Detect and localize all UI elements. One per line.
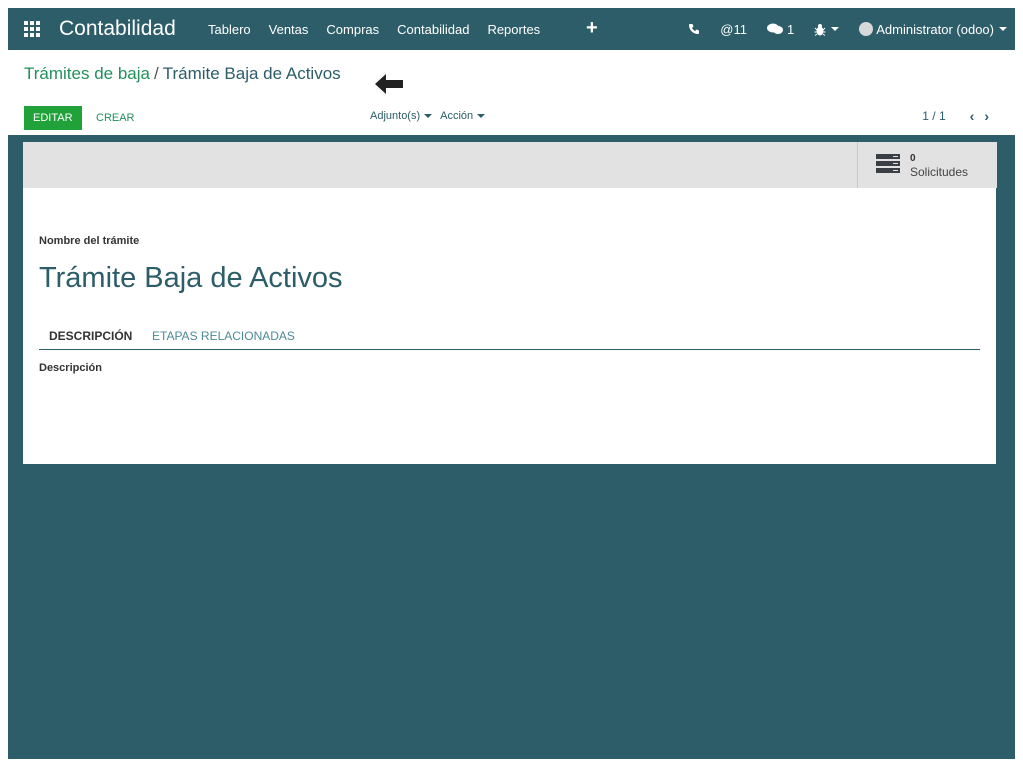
chevron-down-icon (424, 114, 433, 118)
requests-count: 0 (910, 153, 916, 164)
back-arrow-icon[interactable] (373, 72, 405, 96)
requests-smart-button[interactable]: 0 Solicitudes (857, 142, 997, 188)
chevron-down-icon (831, 27, 840, 31)
breadcrumb-separator: / (153, 64, 159, 83)
description-label: Descripción (39, 362, 102, 374)
action-dropdown[interactable]: Acción (440, 110, 486, 122)
create-button[interactable]: CREAR (96, 106, 135, 130)
attachments-dropdown[interactable]: Adjunto(s) (370, 110, 433, 122)
menu-item-tablero[interactable]: Tablero (208, 22, 251, 37)
form-sheet: 0 Solicitudes Nombre del trámite Trámite… (23, 142, 997, 464)
chevron-left-icon[interactable]: ‹ (970, 108, 975, 124)
menu-item-reportes[interactable]: Reportes (487, 22, 540, 37)
edit-button[interactable]: EDITAR (24, 106, 82, 130)
chevron-right-icon[interactable]: › (984, 108, 989, 124)
messages-count: 1 (786, 21, 795, 37)
pager-value[interactable]: 1 / 1 (922, 109, 945, 123)
attachments-label: Adjunto(s) (370, 110, 421, 122)
sidebar-menus: Adjunto(s) Acción (370, 110, 493, 122)
main-menu: Tablero Ventas Compras Contabilidad Repo… (208, 22, 558, 37)
chevron-down-icon (999, 27, 1007, 31)
app-frame: Contabilidad Tablero Ventas Compras Cont… (8, 8, 1015, 759)
button-box: 0 Solicitudes (23, 142, 997, 188)
requests-label: Solicitudes (910, 165, 969, 179)
plus-icon[interactable]: + (586, 17, 598, 40)
mentions-indicator[interactable]: @11 (720, 22, 747, 37)
user-name: Administrator (odoo) (876, 21, 994, 37)
breadcrumb: Trámites de baja / Trámite Baja de Activos (24, 64, 341, 84)
phone-icon[interactable] (688, 23, 700, 35)
breadcrumb-parent-link[interactable]: Trámites de baja (24, 64, 150, 83)
chat-icon (766, 23, 783, 34)
menu-item-ventas[interactable]: Ventas (269, 22, 309, 37)
breadcrumb-current: Trámite Baja de Activos (162, 64, 341, 83)
tab-etapas-relacionadas[interactable]: ETAPAS RELACIONADAS (152, 329, 295, 343)
control-panel: Trámites de baja / Trámite Baja de Activos… (8, 50, 1015, 135)
name-field-label: Nombre del trámite (39, 235, 140, 247)
messages-indicator[interactable]: 1 (766, 21, 795, 37)
action-label: Acción (440, 110, 474, 122)
bug-icon (814, 23, 826, 36)
top-navbar: Contabilidad Tablero Ventas Compras Cont… (8, 8, 1015, 50)
debug-menu[interactable] (814, 23, 840, 36)
menu-item-contabilidad[interactable]: Contabilidad (397, 22, 469, 37)
notebook-tabs: DESCRIPCIÓN ETAPAS RELACIONADAS (39, 325, 980, 350)
app-title: Contabilidad (59, 17, 176, 40)
systray: @11 1 Administrator (odoo) (668, 8, 1015, 50)
avatar (859, 22, 874, 36)
apps-grid-icon[interactable] (24, 21, 40, 37)
pager: 1 / 1 ‹ › (922, 108, 989, 124)
user-menu[interactable]: Administrator (odoo) (859, 22, 1007, 37)
menu-item-compras[interactable]: Compras (326, 22, 379, 37)
server-icon (876, 154, 900, 174)
record-title: Trámite Baja de Activos (39, 262, 343, 294)
tab-descripcion[interactable]: DESCRIPCIÓN (49, 329, 132, 343)
chevron-down-icon (477, 114, 486, 118)
